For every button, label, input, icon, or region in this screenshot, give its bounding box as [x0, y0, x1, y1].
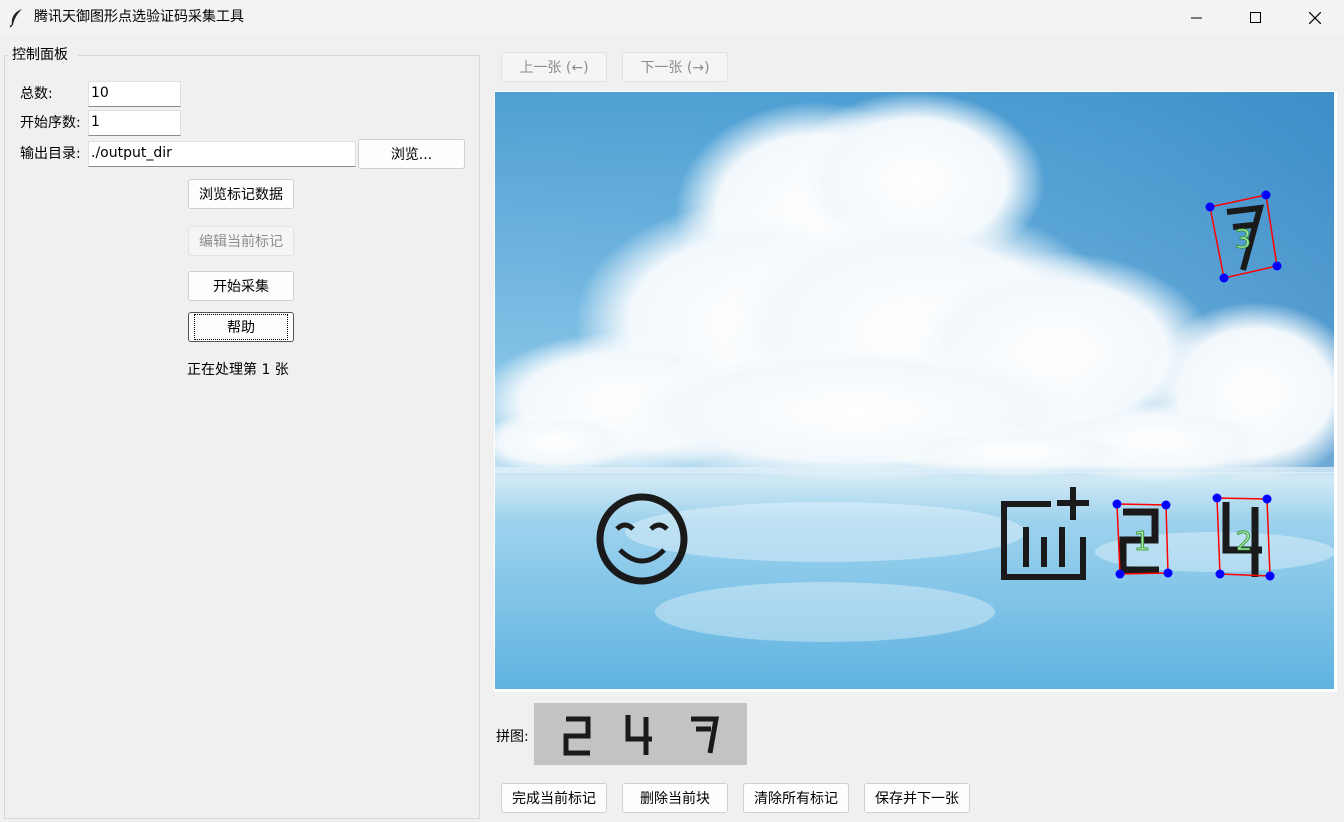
- puzzle-glyph-2: [563, 716, 591, 756]
- puzzle-hint: [534, 703, 747, 765]
- total-input[interactable]: 10: [88, 81, 181, 107]
- mark-order-label: 3: [1235, 225, 1252, 255]
- puzzle-glyph-4: [625, 715, 652, 755]
- panel-border: [4, 55, 8, 56]
- panel-legend: 控制面板: [12, 47, 68, 63]
- help-button-label: 帮助: [194, 314, 288, 340]
- browse-marks-button[interactable]: 浏览标记数据: [188, 179, 294, 209]
- delete-block-button[interactable]: 删除当前块: [622, 783, 728, 813]
- start-collect-button[interactable]: 开始采集: [188, 271, 294, 301]
- start-index-label: 开始序数:: [20, 115, 81, 131]
- edit-marks-button[interactable]: 编辑当前标记: [188, 226, 294, 256]
- captcha-canvas[interactable]: 3 1 2: [494, 91, 1337, 692]
- output-dir-label: 输出目录:: [20, 146, 81, 162]
- finish-mark-button[interactable]: 完成当前标记: [501, 783, 607, 813]
- prev-image-button[interactable]: 上一张 (←): [501, 52, 607, 82]
- window-title: 腾讯天御图形点选验证码采集工具: [34, 9, 244, 25]
- feather-icon: [9, 9, 22, 28]
- puzzle-glyph-7: [691, 716, 719, 754]
- clear-marks-button[interactable]: 清除所有标记: [743, 783, 849, 813]
- status-text: 正在处理第 1 张: [187, 362, 289, 378]
- mark-order-label: 2: [1236, 527, 1253, 557]
- minimize-button[interactable]: [1168, 0, 1226, 36]
- maximize-icon: [1250, 12, 1261, 23]
- panel-border: [78, 55, 480, 56]
- title-bar: 腾讯天御图形点选验证码采集工具: [0, 0, 1344, 36]
- output-dir-input[interactable]: ./output_dir: [88, 141, 356, 167]
- puzzle-label: 拼图:: [496, 729, 529, 745]
- puzzle-glyphs: [563, 715, 719, 756]
- start-index-input[interactable]: 1: [88, 110, 181, 136]
- total-label: 总数:: [20, 86, 53, 102]
- help-button[interactable]: 帮助: [188, 312, 294, 342]
- close-icon: [1309, 12, 1321, 24]
- browse-button[interactable]: 浏览...: [358, 139, 465, 169]
- mark-order-label: 1: [1134, 527, 1151, 557]
- minimize-icon: [1191, 17, 1202, 19]
- maximize-button[interactable]: [1227, 0, 1285, 36]
- control-panel: [4, 55, 480, 819]
- save-next-button[interactable]: 保存并下一张: [864, 783, 970, 813]
- next-image-button[interactable]: 下一张 (→): [622, 52, 728, 82]
- captcha-image: 3 1 2: [495, 92, 1334, 689]
- close-button[interactable]: [1286, 0, 1344, 36]
